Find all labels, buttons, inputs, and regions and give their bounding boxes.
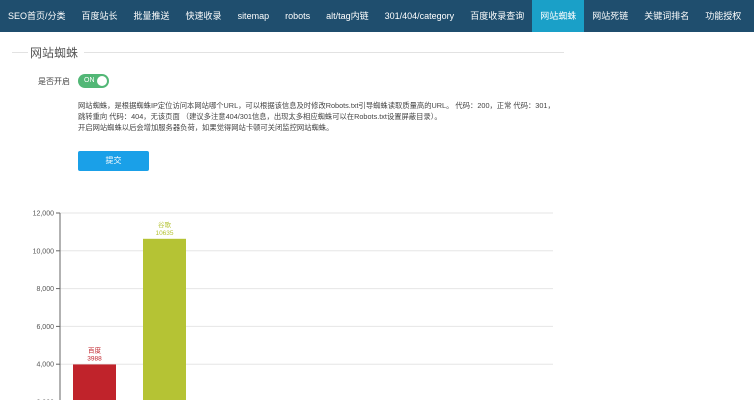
spider-toggle-switch[interactable]: ON [78, 74, 109, 88]
nav-item-8[interactable]: 百度收录查询 [462, 0, 532, 32]
nav-item-0[interactable]: SEO首页/分类 [0, 0, 74, 32]
nav-item-11[interactable]: 关键词排名 [636, 0, 697, 32]
nav-item-5[interactable]: robots [277, 0, 318, 32]
bar-0 [73, 364, 116, 400]
bar-1 [143, 238, 186, 400]
submit-button[interactable]: 提交 [78, 151, 149, 171]
section-divider-left [12, 52, 28, 53]
nav-item-4[interactable]: sitemap [230, 0, 278, 32]
bar-value-label: 10635 [155, 230, 173, 237]
nav-item-6[interactable]: alt/tag内链 [318, 0, 377, 32]
y-tick-label: 10,000 [33, 248, 55, 255]
toggle-knob [97, 76, 107, 86]
top-nav: SEO首页/分类 百度站长 批量推送 快速收录 sitemap robots alt/tag… [0, 0, 754, 32]
bar-value-label: 3988 [87, 355, 102, 362]
bar-category-label: 百度 [88, 345, 102, 354]
section-title: 网站蜘蛛 [30, 46, 79, 60]
bar-category-label: 谷歌 [158, 220, 172, 229]
spider-bar-chart: 2,0004,0006,0008,00010,00012,000百度3988谷歌… [33, 211, 553, 400]
y-tick-label: 4,000 [36, 362, 54, 369]
toggle-label: 是否开启 [38, 77, 70, 86]
nav-item-10[interactable]: 网站死链 [584, 0, 636, 32]
description-line-2: 开启网站蜘蛛以后会增加服务器负荷，如果觉得网站卡顿可关闭监控网站蜘蛛。 [78, 123, 334, 132]
y-tick-label: 8,000 [36, 286, 54, 293]
nav-item-9[interactable]: 网站蜘蛛 [532, 0, 585, 32]
nav-item-7[interactable]: 301/404/category [377, 0, 463, 32]
section-divider-right [84, 52, 564, 53]
nav-item-12[interactable]: 功能授权 [697, 0, 749, 32]
nav-item-3[interactable]: 快速收录 [178, 0, 230, 32]
y-tick-label: 6,000 [36, 324, 54, 331]
description: 网站蜘蛛，是根据蜘蛛IP定位访问本网站哪个URL，可以根据该信息及时修改Robo… [78, 100, 560, 133]
nav-item-1[interactable]: 百度站长 [74, 0, 126, 32]
nav-item-2[interactable]: 批量推送 [126, 0, 178, 32]
y-tick-label: 12,000 [33, 211, 55, 218]
description-line-1: 网站蜘蛛，是根据蜘蛛IP定位访问本网站哪个URL，可以根据该信息及时修改Robo… [78, 101, 555, 121]
toggle-state-text: ON [84, 77, 95, 84]
